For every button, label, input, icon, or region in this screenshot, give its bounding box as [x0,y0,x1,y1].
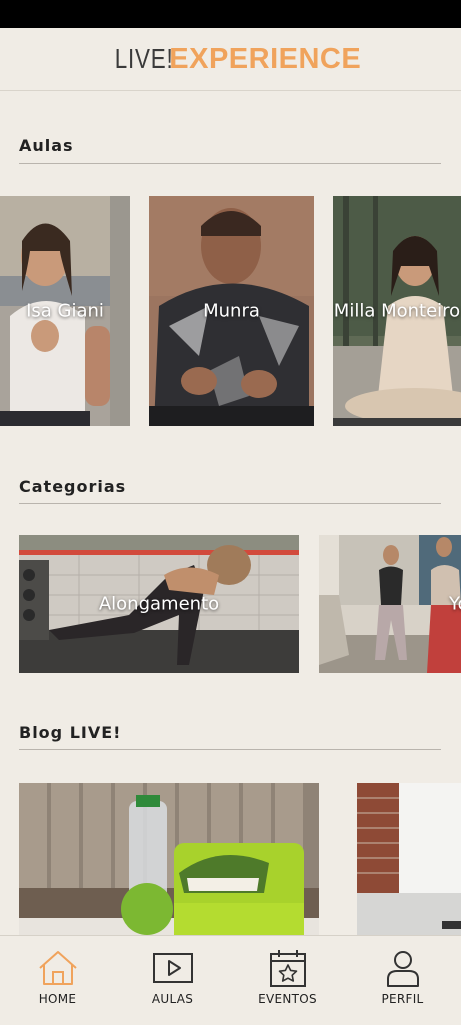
nav-label-home: HOME [38,992,77,1006]
section-divider [19,503,441,504]
section-divider [19,749,441,750]
class-card-milla-monteiro[interactable]: Milla Monteiro [333,196,461,426]
section-divider [19,163,441,164]
logo-experience-text: EXPERIENCE [169,42,362,75]
section-title-aulas: Aulas [19,136,74,155]
nav-label-aulas: AULAS [151,992,194,1006]
nav-label-eventos: EVENTOS [258,992,317,1006]
class-card-label: Isa Giani [26,300,104,322]
app-logo[interactable]: LIVE! EXPERIENCE [100,43,361,76]
app-header: LIVE! EXPERIENCE [0,28,461,91]
video-play-icon [153,953,193,983]
home-icon [39,951,77,985]
class-card-isa-giani[interactable]: Isa Giani [0,196,130,426]
bottom-navigation: HOME AULAS EVENTOS PERFIL [0,935,461,1025]
blog-card[interactable] [357,783,461,935]
nav-item-aulas[interactable]: AULAS [115,936,230,1025]
category-card-yoga[interactable]: Yoga [319,535,461,673]
blog-photo [19,783,319,935]
category-card-label: Alongamento [98,593,220,615]
category-card-label: Yoga [449,593,461,615]
nav-item-eventos[interactable]: EVENTOS [230,936,345,1025]
status-bar [0,0,461,28]
logo-live-text: LIVE! [114,42,174,74]
user-icon [387,951,419,987]
blog-photo [357,783,461,935]
category-card-alongamento[interactable]: Alongamento [19,535,299,673]
class-card-label: Milla Monteiro [333,300,461,322]
nav-item-perfil[interactable]: PERFIL [345,936,460,1025]
blog-card[interactable] [19,783,319,935]
calendar-star-icon [270,950,306,987]
nav-label-perfil: PERFIL [381,992,424,1006]
nav-item-home[interactable]: HOME [0,936,115,1025]
section-title-categorias: Categorias [19,477,127,496]
class-card-label: Munra [203,300,260,322]
section-title-blog: Blog LIVE! [19,723,122,742]
category-photo [319,535,461,673]
class-card-munra[interactable]: Munra [149,196,314,426]
